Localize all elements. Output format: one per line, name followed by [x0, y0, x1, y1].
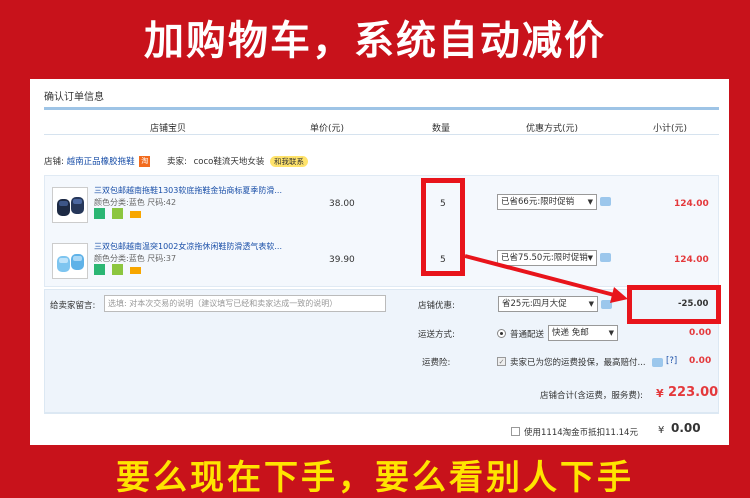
- banner-bottom-text: 要么现在下手，要么看别人下手: [116, 458, 634, 498]
- highlight-arrow: [464, 254, 628, 303]
